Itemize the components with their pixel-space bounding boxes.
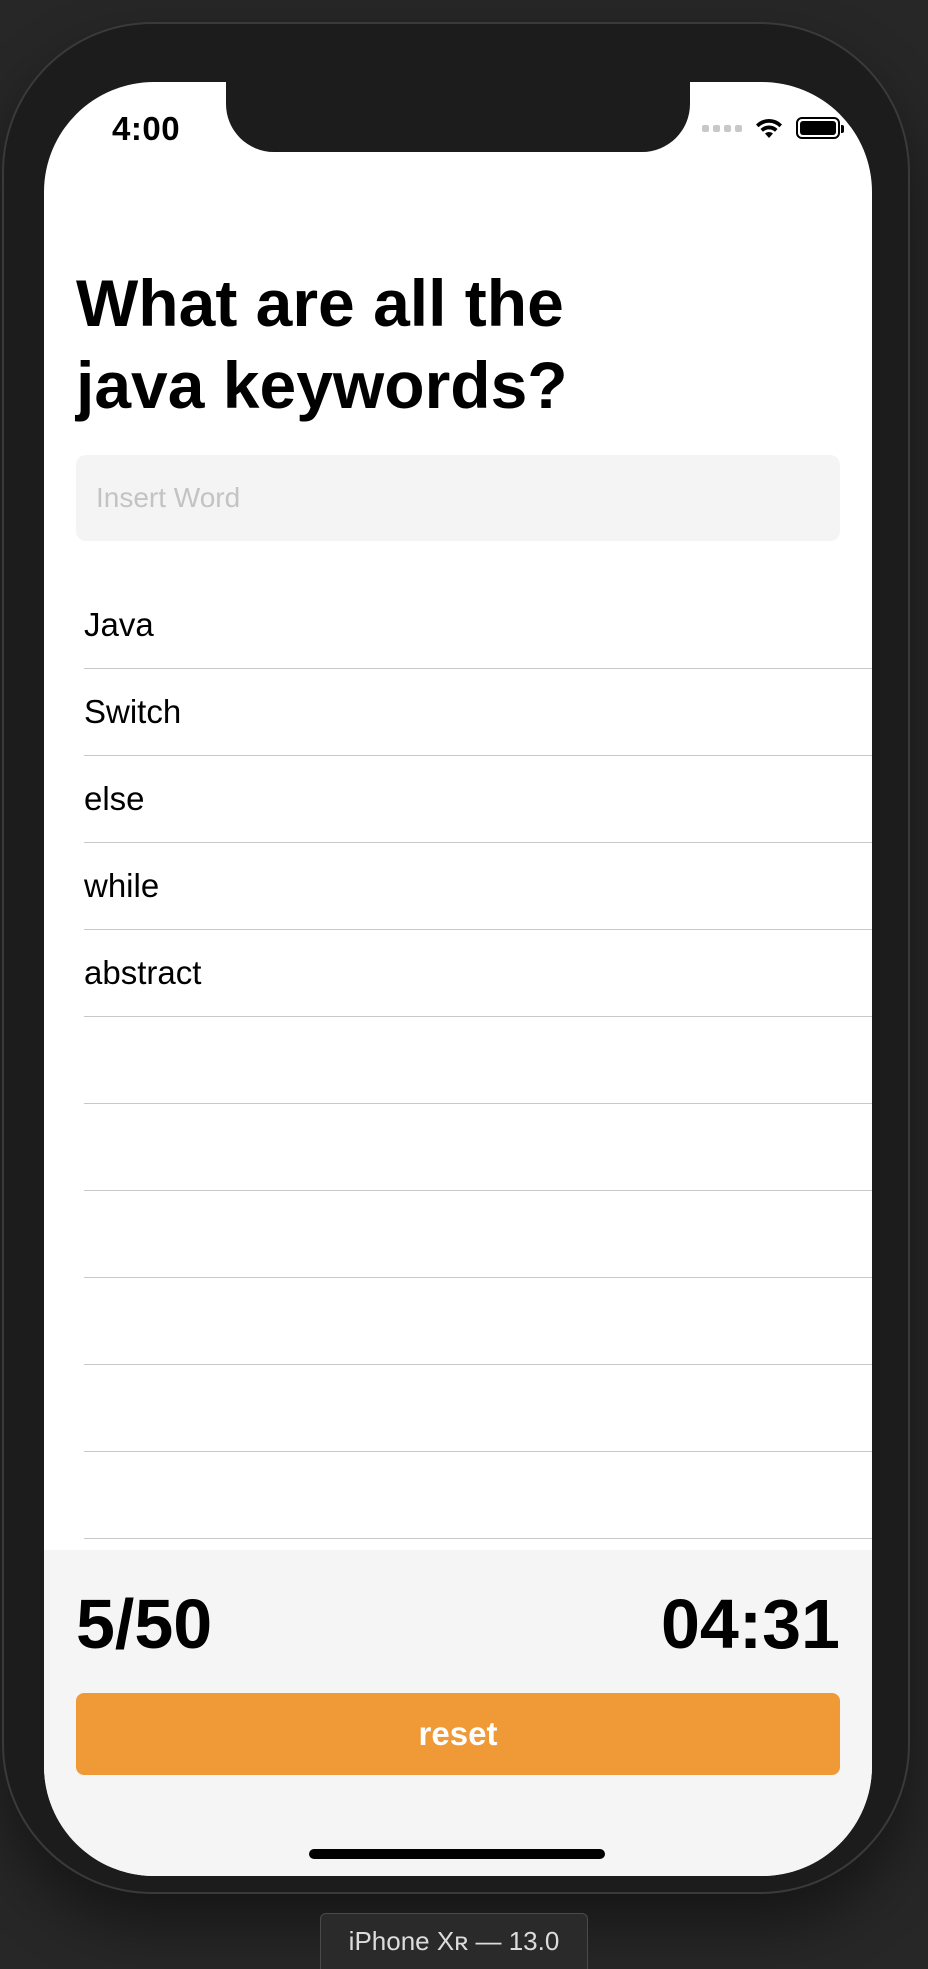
wifi-icon <box>756 118 782 138</box>
simulator-device-label: iPhone Xʀ — 13.0 <box>320 1913 588 1969</box>
notch <box>226 82 690 152</box>
list-item[interactable] <box>84 1452 872 1539</box>
list-item[interactable] <box>84 1278 872 1365</box>
question-title: What are all the java keywords? <box>76 266 568 422</box>
list-item[interactable]: abstract <box>84 930 872 1017</box>
footer-panel: 5/50 04:31 reset <box>44 1550 872 1876</box>
timer-label: 04:31 <box>660 1585 840 1663</box>
score-label: 5/50 <box>76 1585 213 1663</box>
cellular-signal-icon <box>702 124 742 132</box>
device-screen: 4:00 What are all the java keywords? Jav… <box>44 82 872 1876</box>
list-item[interactable] <box>84 1017 872 1104</box>
battery-icon <box>796 117 844 139</box>
home-indicator[interactable] <box>309 1849 605 1859</box>
list-item[interactable]: Switch <box>84 669 872 756</box>
status-time: 4:00 <box>112 110 181 147</box>
list-item[interactable]: while <box>84 843 872 930</box>
device-frame: 4:00 What are all the java keywords? Jav… <box>2 22 910 1894</box>
insert-word-input[interactable] <box>76 455 840 541</box>
list-item[interactable]: else <box>84 756 872 843</box>
answers-list: Java Switch else while abstract <box>84 582 872 1539</box>
status-icons <box>702 116 844 140</box>
list-item[interactable]: Java <box>84 582 872 669</box>
list-item[interactable] <box>84 1191 872 1278</box>
list-item[interactable] <box>84 1104 872 1191</box>
list-item[interactable] <box>84 1365 872 1452</box>
reset-button[interactable]: reset <box>76 1693 840 1775</box>
